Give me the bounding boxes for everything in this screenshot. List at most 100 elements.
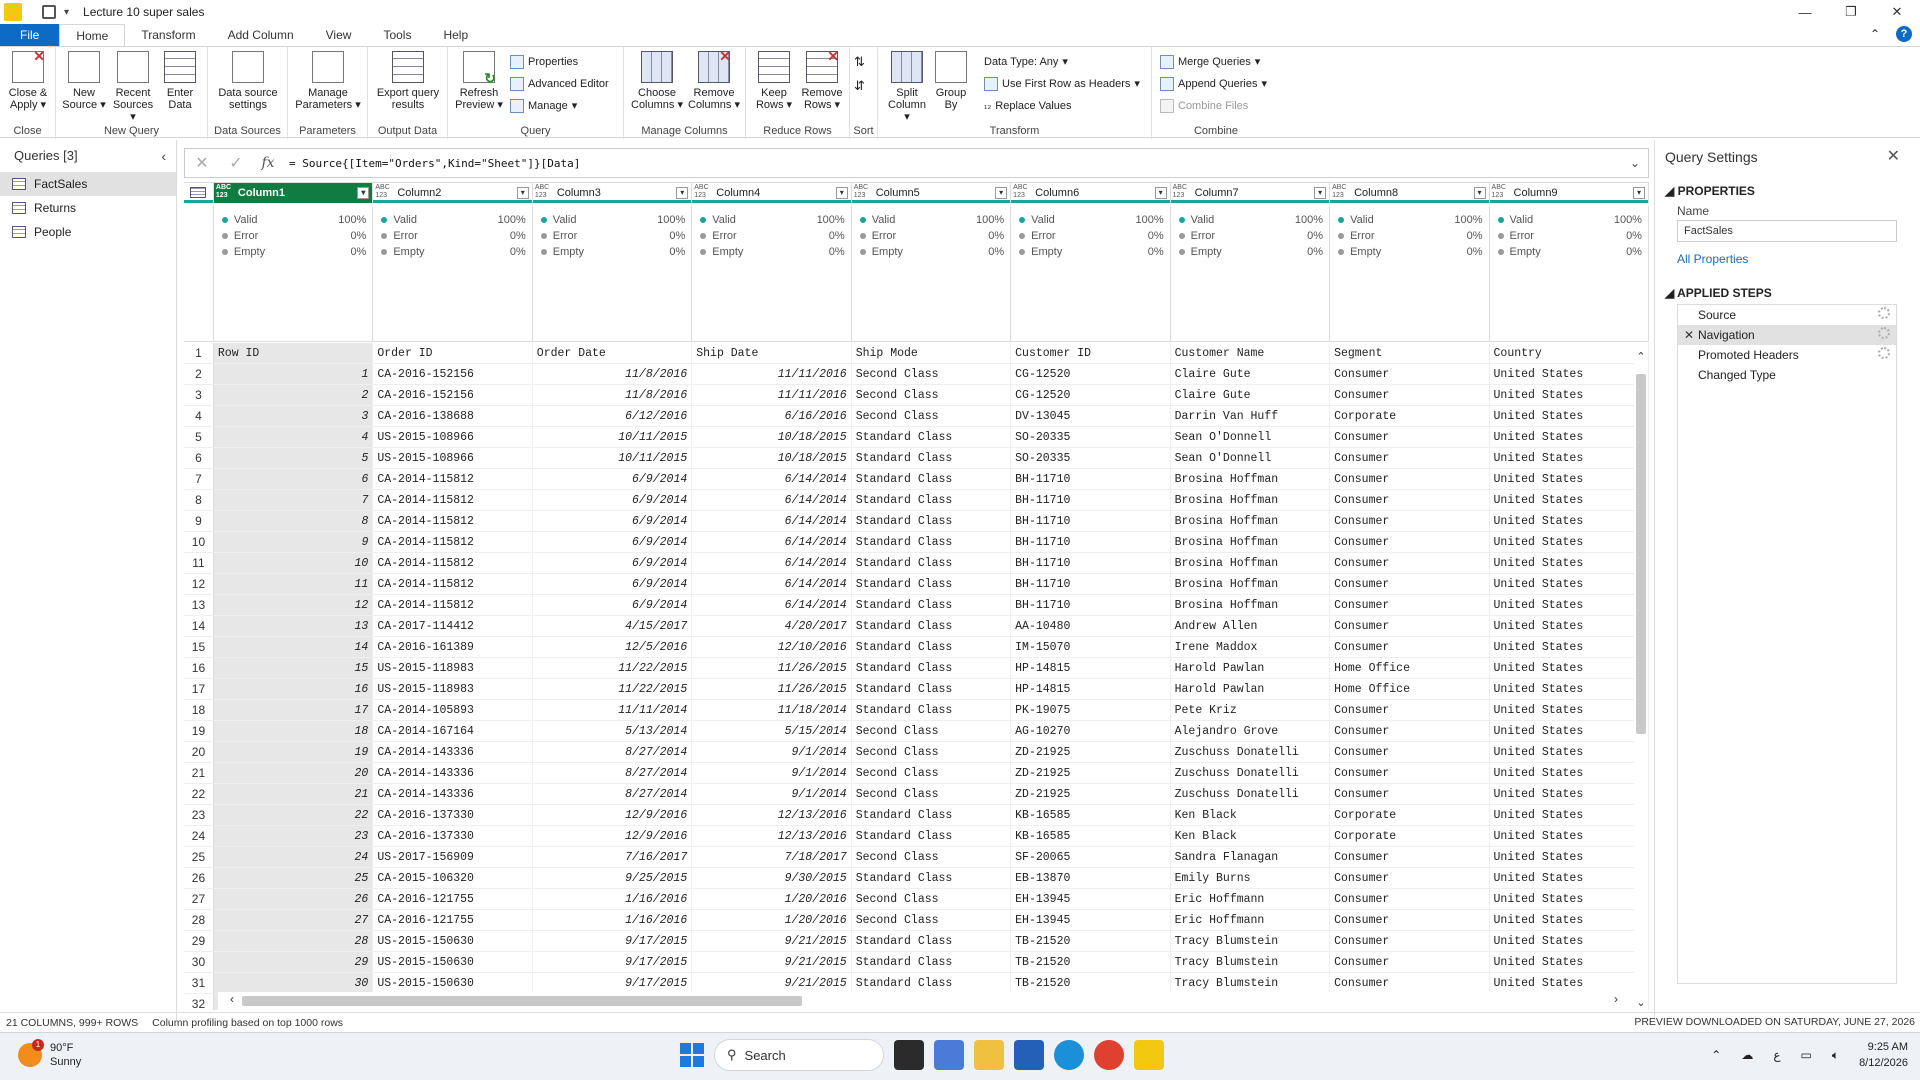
table-cell[interactable]: 6/14/2014 [692, 469, 852, 489]
table-cell[interactable]: Corporate [1330, 826, 1490, 846]
formula-input[interactable]: = Source{[Item="Orders",Kind="Sheet"]}[D… [283, 157, 1622, 170]
scroll-thumb[interactable] [242, 996, 802, 1006]
table-cell[interactable]: 9/1/2014 [692, 742, 852, 762]
table-cell[interactable]: HP-14815 [1011, 679, 1171, 699]
table-cell[interactable]: Standard Class [852, 658, 1012, 678]
table-cell[interactable]: Consumer [1330, 637, 1490, 657]
row-number[interactable]: 27 [184, 889, 214, 909]
column-header[interactable]: ABC 123 Column5 ▾ [852, 183, 1012, 203]
table-cell[interactable]: 6 [213, 469, 374, 489]
table-cell[interactable]: Consumer [1330, 616, 1490, 636]
table-cell[interactable]: Consumer [1330, 595, 1490, 615]
scroll-right-icon[interactable]: › [1614, 992, 1618, 1006]
table-cell[interactable]: Second Class [852, 763, 1012, 783]
remove-rows-button[interactable]: ✕ Remove Rows ▾ [798, 49, 846, 111]
table-row[interactable]: 23 22 CA-2016-137330 12/9/2016 12/13/2016 Sta… [184, 805, 1649, 826]
language-indicator[interactable]: ع [1773, 1048, 1780, 1062]
table-cell[interactable]: 6/9/2014 [533, 532, 693, 552]
table-cell[interactable]: Standard Class [852, 826, 1012, 846]
file-explorer-icon[interactable] [974, 1040, 1004, 1070]
sort-ascending-icon[interactable]: ⇅ [854, 53, 865, 71]
table-cell[interactable]: United States [1490, 385, 1649, 405]
weather-widget[interactable]: 1 90°F Sunny [18, 1039, 81, 1069]
table-cell[interactable]: Sean O'Donnell [1171, 427, 1331, 447]
all-properties-link[interactable]: All Properties [1655, 250, 1920, 268]
table-cell[interactable]: 4/15/2017 [533, 616, 693, 636]
table-cell[interactable]: BH-11710 [1011, 574, 1171, 594]
table-cell[interactable]: CA-2016-161389 [373, 637, 533, 657]
table-cell[interactable]: 27 [213, 910, 374, 930]
column-filter-dropdown-icon[interactable]: ▾ [1154, 187, 1167, 199]
table-cell[interactable]: 9/21/2015 [692, 952, 852, 972]
table-cell[interactable]: 10/11/2015 [533, 448, 693, 468]
table-cell[interactable]: Second Class [852, 385, 1012, 405]
table-cell[interactable]: Consumer [1330, 721, 1490, 741]
table-row[interactable]: 30 29 US-2015-150630 9/17/2015 9/21/2015 Stan… [184, 952, 1649, 973]
table-cell[interactable]: Standard Class [852, 511, 1012, 531]
table-cell[interactable]: Consumer [1330, 952, 1490, 972]
row-number[interactable]: 11 [184, 553, 214, 573]
table-cell[interactable]: 17 [213, 700, 374, 720]
table-cell[interactable]: Sean O'Donnell [1171, 448, 1331, 468]
table-cell[interactable]: United States [1490, 826, 1649, 846]
table-cell[interactable]: 8/27/2014 [533, 763, 693, 783]
table-row[interactable]: 16 15 US-2015-118983 11/22/2015 11/26/2015 St… [184, 658, 1649, 679]
power-bi-taskbar-icon[interactable] [1134, 1040, 1164, 1070]
table-cell[interactable]: 12/10/2016 [692, 637, 852, 657]
tab-tools[interactable]: Tools [367, 24, 427, 46]
table-cell[interactable]: IM-15070 [1011, 637, 1171, 657]
table-cell[interactable]: CA-2016-121755 [373, 910, 533, 930]
table-cell[interactable]: United States [1490, 805, 1649, 825]
table-cell[interactable]: 5/13/2014 [533, 721, 693, 741]
row-number[interactable]: 3 [184, 385, 214, 405]
column-quality-profile[interactable]: Valid 100% Error 0% Empty 0% [1011, 206, 1171, 341]
table-cell[interactable]: 9/30/2015 [692, 868, 852, 888]
column-filter-dropdown-icon[interactable]: ▾ [1473, 187, 1486, 199]
table-row[interactable]: 1 Row ID Order ID Order Date Ship Date Ship M… [184, 343, 1649, 364]
row-number[interactable]: 13 [184, 595, 214, 615]
row-number[interactable]: 32 [184, 994, 214, 1010]
table-cell[interactable]: 8 [213, 511, 374, 531]
column-quality-profile[interactable]: Valid 100% Error 0% Empty 0% [1171, 206, 1331, 341]
column-header[interactable]: ABC 123 Column3 ▾ [533, 183, 693, 203]
row-number[interactable]: 4 [184, 406, 214, 426]
collapse-ribbon-icon[interactable]: ⌃ [1870, 27, 1880, 41]
table-cell[interactable]: 26 [213, 889, 374, 909]
windows-start-icon[interactable] [680, 1043, 704, 1067]
quick-access-dropdown-icon[interactable]: ▾ [64, 7, 69, 18]
table-row[interactable]: 17 16 US-2015-118983 11/22/2015 11/26/2015 St… [184, 679, 1649, 700]
table-cell[interactable]: 23 [213, 826, 374, 846]
row-number[interactable]: 12 [184, 574, 214, 594]
table-cell[interactable]: 11/11/2014 [533, 700, 693, 720]
table-cell[interactable]: 9/21/2015 [692, 973, 852, 993]
table-cell[interactable]: Consumer [1330, 490, 1490, 510]
table-row[interactable]: 21 20 CA-2014-143336 8/27/2014 9/1/2014 Secon… [184, 763, 1649, 784]
scroll-thumb[interactable] [1636, 374, 1646, 734]
table-cell[interactable]: 15 [213, 658, 374, 678]
table-cell[interactable]: Brosina Hoffman [1171, 595, 1331, 615]
table-cell[interactable]: Brosina Hoffman [1171, 511, 1331, 531]
task-view-icon[interactable] [894, 1040, 924, 1070]
table-row[interactable]: 13 12 CA-2014-115812 6/9/2014 6/14/2014 Stand… [184, 595, 1649, 616]
row-number[interactable]: 25 [184, 847, 214, 867]
table-cell[interactable]: Standard Class [852, 574, 1012, 594]
merge-queries-button[interactable]: Merge Queries ▾ [1160, 53, 1260, 71]
table-cell[interactable]: Standard Class [852, 448, 1012, 468]
table-row[interactable]: 29 28 US-2015-150630 9/17/2015 9/21/2015 Stan… [184, 931, 1649, 952]
table-cell[interactable]: CA-2014-115812 [373, 469, 533, 489]
table-cell[interactable]: United States [1490, 658, 1649, 678]
table-cell[interactable]: Consumer [1330, 532, 1490, 552]
edge-browser-icon[interactable] [1054, 1040, 1084, 1070]
table-row[interactable]: 5 4 US-2015-108966 10/11/2015 10/18/2015 Stan… [184, 427, 1649, 448]
row-number[interactable]: 8 [184, 490, 214, 510]
table-cell[interactable]: Consumer [1330, 574, 1490, 594]
row-number[interactable]: 29 [184, 931, 214, 951]
manage-parameters-button[interactable]: Manage Parameters ▾ [294, 51, 362, 111]
table-cell[interactable]: 8/27/2014 [533, 742, 693, 762]
table-cell[interactable]: 11/8/2016 [533, 364, 693, 384]
table-cell[interactable]: ZD-21925 [1011, 742, 1171, 762]
table-cell[interactable]: Consumer [1330, 763, 1490, 783]
table-row[interactable]: 24 23 CA-2016-137330 12/9/2016 12/13/2016 Sta… [184, 826, 1649, 847]
table-cell[interactable]: Corporate [1330, 805, 1490, 825]
table-cell[interactable]: Standard Class [852, 973, 1012, 993]
